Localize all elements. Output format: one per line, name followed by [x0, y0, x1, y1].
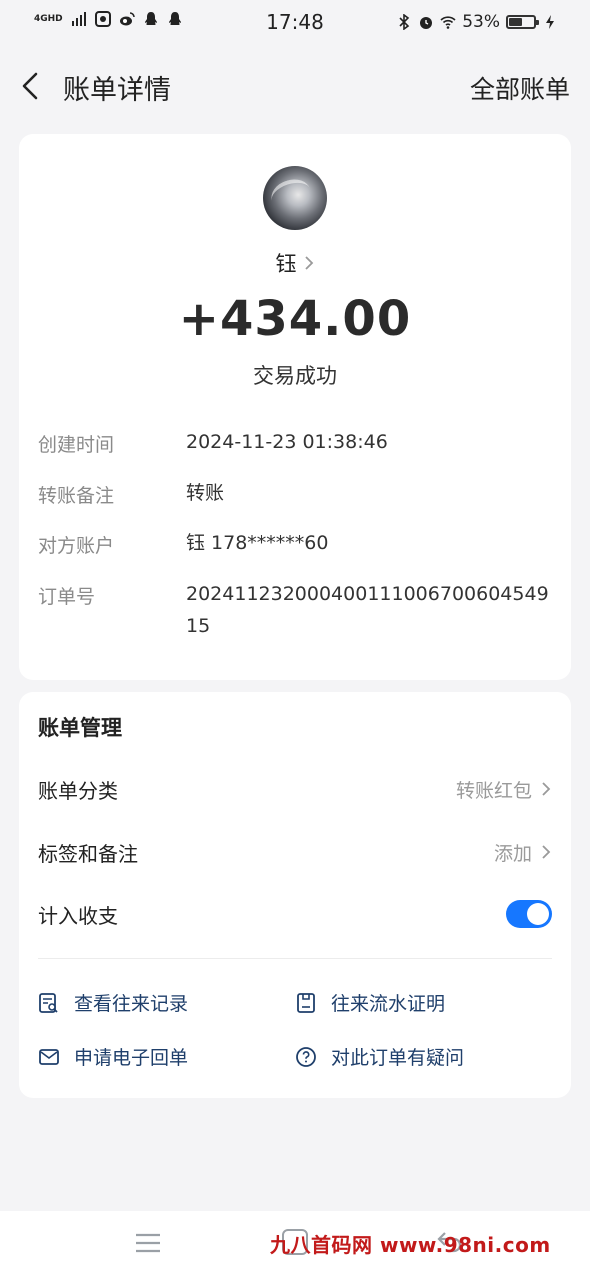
page-title: 账单详情	[63, 75, 171, 106]
tags-notes-value: 添加	[493, 842, 532, 865]
order-number-label: 订单号	[38, 586, 96, 608]
payee-link[interactable]: 钰	[19, 248, 571, 278]
order-number-value: 20241123200040011100670060454915	[186, 583, 549, 637]
divider	[38, 958, 552, 959]
all-bills-link[interactable]: 全部账单	[470, 70, 570, 106]
created-time-value: 2024-11-23 01:38:46	[186, 431, 388, 453]
system-nav-bar: 九八首码网 www.98ni.com	[0, 1211, 590, 1280]
count-income-expense-row: 计入收支	[38, 894, 552, 934]
bill-management-title: 账单管理	[38, 716, 122, 740]
bill-category-row[interactable]: 账单分类 转账红包	[38, 769, 552, 809]
transfer-note-label: 转账备注	[38, 485, 115, 507]
records-search-icon	[39, 992, 58, 1013]
transaction-status: 交易成功	[253, 364, 337, 388]
statement-proof-link[interactable]: 往来流水证明	[295, 989, 445, 1016]
nav-bar: 账单详情 全部账单	[0, 58, 590, 114]
counterparty-account-value: 钰 178******60	[186, 532, 329, 554]
e-receipt-link[interactable]: 申请电子回单	[38, 1043, 188, 1070]
wifi-icon	[440, 16, 456, 29]
chevron-right-icon	[542, 782, 551, 796]
charging-icon	[546, 15, 554, 29]
bluetooth-icon	[399, 14, 410, 30]
transfer-note-value: 转账	[186, 482, 225, 504]
alarm-icon	[420, 17, 433, 29]
back-arrow-icon[interactable]	[14, 68, 50, 104]
envelope-icon	[39, 1048, 59, 1065]
bill-category-value: 转账红包	[455, 779, 532, 802]
watermark-text: 九八首码网 www.98ni.com	[270, 1233, 551, 1257]
statement-proof-label: 往来流水证明	[331, 993, 446, 1015]
view-records-label: 查看往来记录	[74, 993, 189, 1015]
status-bar: 4GHD 17:48 53%	[0, 0, 590, 46]
menu-icon[interactable]	[134, 1231, 162, 1255]
count-income-expense-toggle[interactable]	[506, 900, 552, 928]
battery-icon	[506, 15, 539, 29]
tags-notes-label: 标签和备注	[38, 841, 138, 866]
view-records-link[interactable]: 查看往来记录	[38, 989, 188, 1016]
transaction-card: 钰 +434.00 交易成功 创建时间 2024-11-23 01:38:46 …	[19, 134, 571, 680]
statement-document-icon	[297, 992, 315, 1013]
chevron-right-icon	[542, 845, 551, 859]
payee-name: 钰	[275, 252, 297, 276]
status-right-icons: 53%	[396, 12, 558, 32]
order-question-link[interactable]: 对此订单有疑问	[295, 1043, 464, 1070]
question-circle-icon	[296, 1046, 316, 1067]
e-receipt-label: 申请电子回单	[74, 1047, 189, 1069]
count-income-expense-label: 计入收支	[38, 903, 118, 928]
avatar[interactable]	[263, 166, 327, 230]
tags-notes-row[interactable]: 标签和备注 添加	[38, 832, 552, 872]
bill-category-label: 账单分类	[38, 778, 118, 803]
counterparty-account-label: 对方账户	[38, 535, 115, 557]
created-time-label: 创建时间	[38, 434, 115, 456]
chevron-right-icon	[304, 256, 313, 270]
order-question-label: 对此订单有疑问	[331, 1047, 465, 1069]
bill-management-card: 账单管理 账单分类 转账红包 标签和备注 添加 计入收支 查看往来记录 往来流水…	[19, 692, 571, 1098]
battery-percent: 53%	[462, 12, 500, 32]
transaction-amount: +434.00	[178, 291, 412, 347]
